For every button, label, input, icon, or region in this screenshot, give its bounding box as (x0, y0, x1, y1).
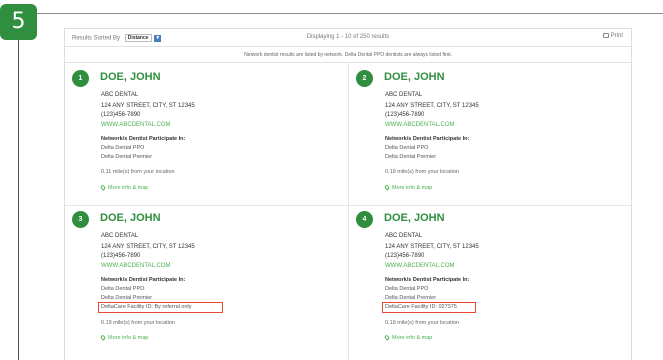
print-label: Print (610, 33, 623, 40)
practice-name: ABC DENTAL (101, 233, 139, 239)
practice-phone: (123)456-7890 (385, 253, 425, 259)
more-info-link[interactable]: More info & map (99, 334, 149, 341)
network-item: Delta Dental PPO (101, 286, 145, 292)
practice-name: ABC DENTAL (385, 92, 423, 98)
printer-icon (602, 33, 609, 38)
distance-text: 0.19 mile(s) from your location (101, 320, 175, 326)
header-divider (37, 13, 663, 14)
distance-text: 0.19 mile(s) from your location (385, 169, 459, 175)
network-item: Delta Dental Premier (385, 295, 437, 301)
practice-address: 124 ANY STREET, CITY, ST 12345 (101, 244, 195, 250)
networks-heading: Network/s Dentist Participate In: (385, 136, 470, 142)
map-pin-icon (383, 334, 391, 341)
result-number-badge: 4 (356, 211, 373, 228)
results-panel: Results Sorted By Distance ▼ Displaying … (64, 28, 632, 360)
networks-heading: Network/s Dentist Participate In: (101, 277, 186, 283)
practice-website-link[interactable]: WWW.ABCDENTAL.COM (101, 263, 171, 269)
dentist-name-link[interactable]: DOE, JOHN (100, 71, 161, 83)
network-item: Delta Dental PPO (385, 145, 429, 151)
more-info-link[interactable]: More info & map (99, 184, 149, 191)
practice-phone: (123)456-7890 (101, 112, 141, 118)
practice-address: 124 ANY STREET, CITY, ST 12345 (385, 244, 479, 250)
practice-phone: (123)456-7890 (385, 112, 425, 118)
step-connector-line (18, 40, 19, 360)
network-item: Delta Dental PPO (101, 145, 145, 151)
step-number-badge: 5 (0, 4, 37, 40)
practice-name: ABC DENTAL (101, 92, 139, 98)
result-number-badge: 1 (72, 70, 89, 87)
result-number-badge: 3 (72, 211, 89, 228)
practice-name: ABC DENTAL (385, 233, 423, 239)
map-pin-icon (99, 334, 107, 341)
distance-text: 0.19 mile(s) from your location (385, 320, 459, 326)
dentist-name-link[interactable]: DOE, JOHN (384, 212, 445, 224)
network-note: Network dentist results are listed by ne… (65, 46, 631, 63)
networks-heading: Network/s Dentist Participate In: (101, 136, 186, 142)
column-divider (348, 63, 349, 360)
results-controls: Results Sorted By Distance ▼ Displaying … (65, 29, 631, 46)
callout-highlight-box (382, 302, 476, 313)
practice-website-link[interactable]: WWW.ABCDENTAL.COM (385, 263, 455, 269)
more-info-link[interactable]: More info & map (383, 334, 433, 341)
more-info-label: More info & map (108, 185, 149, 191)
row-divider (65, 205, 631, 206)
practice-website-link[interactable]: WWW.ABCDENTAL.COM (101, 122, 171, 128)
distance-text: 0.11 mile(s) from your location (101, 169, 175, 175)
more-info-label: More info & map (392, 335, 433, 341)
more-info-label: More info & map (108, 335, 149, 341)
print-button[interactable]: Print (602, 33, 623, 40)
practice-phone: (123)456-7890 (101, 253, 141, 259)
network-item: Delta Dental Premier (101, 295, 153, 301)
practice-address: 124 ANY STREET, CITY, ST 12345 (385, 103, 479, 109)
callout-highlight-box (98, 302, 223, 313)
map-pin-icon (383, 184, 391, 191)
result-number-badge: 2 (356, 70, 373, 87)
dentist-name-link[interactable]: DOE, JOHN (384, 71, 445, 83)
networks-heading: Network/s Dentist Participate In: (385, 277, 470, 283)
dentist-name-link[interactable]: DOE, JOHN (100, 212, 161, 224)
practice-website-link[interactable]: WWW.ABCDENTAL.COM (385, 122, 455, 128)
practice-address: 124 ANY STREET, CITY, ST 12345 (101, 103, 195, 109)
more-info-label: More info & map (392, 185, 433, 191)
results-count: Displaying 1 - 10 of 250 results (306, 34, 390, 40)
map-pin-icon (99, 184, 107, 191)
more-info-link[interactable]: More info & map (383, 184, 433, 191)
network-item: Delta Dental Premier (385, 154, 437, 160)
network-item: Delta Dental Premier (101, 154, 153, 160)
network-item: Delta Dental PPO (385, 286, 429, 292)
